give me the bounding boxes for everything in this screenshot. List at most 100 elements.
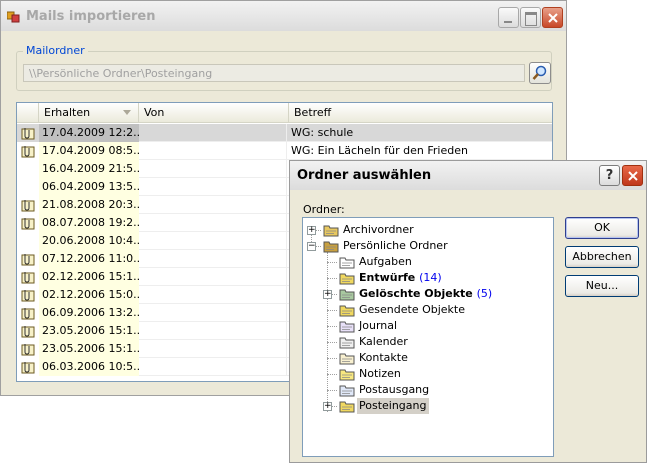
folder-name: Postausgang [359, 383, 430, 396]
folder-label: Aufgaben [357, 254, 414, 270]
attachment-icon [21, 361, 35, 374]
main-window-title: Mails importieren [26, 9, 156, 24]
dialog-titlebar[interactable]: Ordner auswählen ? [290, 161, 646, 190]
tree-connector [327, 374, 337, 375]
mail-row[interactable]: 17.04.2009 08:5... WG: Ein Lächeln für de… [17, 142, 552, 160]
help-button[interactable]: ? [599, 165, 620, 186]
mail-from [139, 322, 287, 340]
calendar-icon [339, 337, 355, 349]
expand-toggle[interactable]: + [307, 226, 316, 235]
mail-date: 06.09.2006 13:2... [39, 304, 139, 322]
attachment-icon [21, 253, 35, 266]
expand-toggle[interactable]: + [323, 402, 332, 411]
folder-name: Gelöschte Objekte [359, 287, 473, 300]
unread-count: (5) [476, 287, 493, 300]
tree-connector [327, 310, 337, 311]
mail-from [139, 142, 287, 160]
attachment-icon [21, 145, 35, 158]
folder-path-field[interactable]: \\Persönliche Ordner\Posteingang [23, 64, 525, 82]
inbox-icon [339, 401, 355, 413]
attachment-icon [21, 307, 35, 320]
notes-icon [339, 369, 355, 381]
mail-from [139, 178, 287, 196]
tree-connector [327, 262, 337, 263]
folder-name: Aufgaben [359, 255, 412, 268]
personal-folders-icon [323, 241, 339, 253]
header-betreff[interactable]: Betreff [289, 103, 552, 123]
close-icon [628, 171, 638, 181]
folder-name: Entwürfe [359, 271, 416, 284]
mail-date: 23.05.2006 15:1... [39, 340, 139, 358]
dialog-title: Ordner auswählen [297, 168, 432, 183]
dialog-close-button[interactable] [622, 165, 643, 186]
tasks-icon [339, 257, 355, 269]
folder-label: Gelöschte Objekte (5) [357, 286, 494, 302]
main-titlebar[interactable]: Mails importieren [1, 1, 566, 31]
folder-label: Kontakte [357, 350, 410, 366]
folder-label: Posteingang [357, 398, 429, 414]
mail-date: 02.12.2006 15:1... [39, 268, 139, 286]
collapse-toggle[interactable]: − [307, 242, 316, 251]
abbrechen-button[interactable]: Abbrechen [565, 246, 639, 268]
mail-date: 07.12.2006 11:0... [39, 250, 139, 268]
tree-connector [327, 278, 337, 279]
mail-from [139, 250, 287, 268]
attachment-icon [21, 343, 35, 356]
folder-label: Kalender [357, 334, 410, 350]
sent-items-icon [339, 305, 355, 317]
tree-connector [327, 326, 337, 327]
tree-connector [327, 358, 337, 359]
mail-row[interactable]: 17.04.2009 12:2... WG: schule [17, 124, 552, 142]
minimize-button[interactable] [498, 7, 519, 28]
folder-label: Entwürfe (14) [357, 270, 444, 286]
unread-count: (14) [419, 271, 442, 284]
ordner-auswaehlen-dialog: Ordner auswählen ? Ordner: + − + + Archivor… [289, 160, 647, 463]
mail-subject: WG: schule [291, 126, 354, 139]
mail-date: 17.04.2009 08:5... [39, 142, 139, 160]
sort-descending-icon [123, 110, 131, 115]
folder-name: Notizen [359, 367, 401, 380]
folder-name: Persönliche Ordner [343, 239, 448, 252]
mail-date: 17.04.2009 12:2... [39, 124, 139, 142]
mail-date: 21.08.2008 20:3... [39, 196, 139, 214]
attachment-icon [21, 325, 35, 338]
close-button[interactable] [542, 7, 563, 28]
tree-connector [327, 252, 328, 412]
journal-icon [339, 321, 355, 333]
drafts-icon [339, 273, 355, 285]
mail-date: 16.04.2009 21:5... [39, 160, 139, 178]
folder-name: Gesendete Objekte [359, 303, 466, 316]
header-von[interactable]: Von [139, 103, 289, 123]
mail-date: 02.12.2006 15:0... [39, 286, 139, 304]
header-icon-column[interactable] [17, 103, 39, 123]
mail-subject: WG: Ein Lächeln für den Frieden [291, 144, 468, 157]
mail-from [139, 124, 287, 142]
tree-connector [327, 342, 337, 343]
folder-name: Journal [359, 319, 398, 332]
mail-from [139, 304, 287, 322]
ordner-label: Ordner: [303, 203, 345, 216]
mail-date: 20.06.2008 10:4... [39, 232, 139, 250]
mail-list-header: Erhalten Von Betreff [17, 103, 552, 123]
folder-label: Archivordner [341, 222, 416, 238]
ok-button[interactable]: OK [565, 217, 639, 239]
contacts-icon [339, 353, 355, 365]
attachment-icon [21, 289, 35, 302]
attachment-icon [21, 271, 35, 284]
neu-button[interactable]: Neu... [565, 275, 639, 297]
archive-folder-icon [323, 225, 339, 237]
folder-tree[interactable]: + − + + Archivordner Persönliche Ordner Aufga… [302, 217, 554, 457]
mail-from [139, 232, 287, 250]
mail-date: 23.05.2006 15:1... [39, 322, 139, 340]
folder-label: Notizen [357, 366, 403, 382]
mail-from [139, 286, 287, 304]
mail-from [139, 196, 287, 214]
maximize-button[interactable] [520, 7, 541, 28]
browse-folder-button[interactable] [529, 62, 551, 84]
expand-toggle[interactable]: + [323, 290, 332, 299]
folder-name: Posteingang [359, 399, 427, 412]
folder-name: Kalender [359, 335, 408, 348]
mail-from [139, 160, 287, 178]
mail-date: 08.07.2008 19:2... [39, 214, 139, 232]
mailordner-label: Mailordner [23, 44, 88, 57]
